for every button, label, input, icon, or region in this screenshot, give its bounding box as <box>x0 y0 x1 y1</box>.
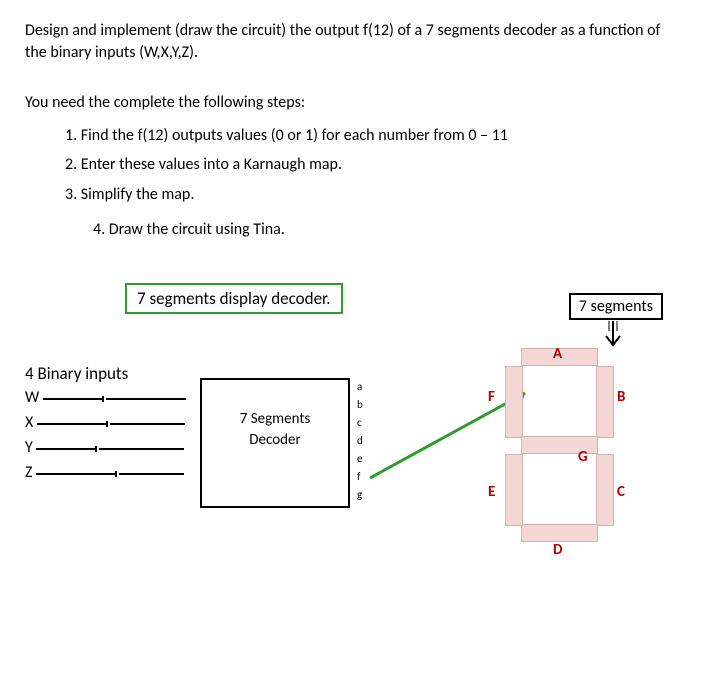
segment-d-label: D <box>553 541 562 559</box>
step-4: 4. Draw the circuit using Tina. <box>93 216 683 243</box>
decoder-label-2: Decoder <box>202 431 348 449</box>
segment-b-shape <box>596 366 614 438</box>
decoder-title-box: 7 segments display decoder. <box>125 283 343 314</box>
input-x-row: X <box>25 413 185 433</box>
diagram: 7 segments display decoder. 4 Binary inp… <box>25 283 683 573</box>
seven-segment-display: A B C D E F G <box>493 348 633 548</box>
segment-e-label: E <box>488 483 495 501</box>
binary-inputs-header: 4 Binary inputs <box>25 363 128 384</box>
segment-f-label: F <box>488 388 495 406</box>
segment-a-label: A <box>553 345 562 363</box>
output-g: g <box>357 486 363 504</box>
segment-c-shape <box>596 454 614 526</box>
segment-g-label: G <box>578 448 588 466</box>
input-x-label: X <box>25 413 33 432</box>
arrow-down-icon <box>603 321 623 351</box>
input-w-label: W <box>25 388 39 407</box>
segment-f-shape <box>505 366 523 438</box>
output-d: d <box>357 432 363 450</box>
input-w-row: W <box>25 388 186 408</box>
step-1: 1. Find the f(12) outputs values (0 or 1… <box>65 122 683 149</box>
output-a: a <box>357 378 363 396</box>
input-z-row: Z <box>25 463 184 483</box>
decoder-outputs: a b c d e f g <box>357 378 363 504</box>
segment-b-label: B <box>617 388 625 406</box>
output-f: f <box>357 468 363 486</box>
input-y-row: Y <box>25 438 184 458</box>
steps-intro: You need the complete the following step… <box>25 93 683 112</box>
step-2: 2. Enter these values into a Karnaugh ma… <box>65 151 683 178</box>
steps-list: 1. Find the f(12) outputs values (0 or 1… <box>65 122 683 243</box>
output-c: c <box>357 414 363 432</box>
decoder-label-1: 7 Segments <box>202 410 348 428</box>
output-b: b <box>357 396 363 414</box>
step-3: 3. Simplify the map. <box>65 181 683 208</box>
problem-statement: Design and implement (draw the circuit) … <box>25 20 683 63</box>
input-y-label: Y <box>25 438 33 457</box>
segment-e-shape <box>505 454 523 526</box>
segment-d-shape <box>521 524 598 542</box>
segment-c-label: C <box>617 483 625 501</box>
decoder-block: 7 Segments Decoder <box>200 378 350 508</box>
seven-segments-label-box: 7 segments <box>569 293 663 320</box>
output-e: e <box>357 450 363 468</box>
input-z-label: Z <box>25 463 33 482</box>
